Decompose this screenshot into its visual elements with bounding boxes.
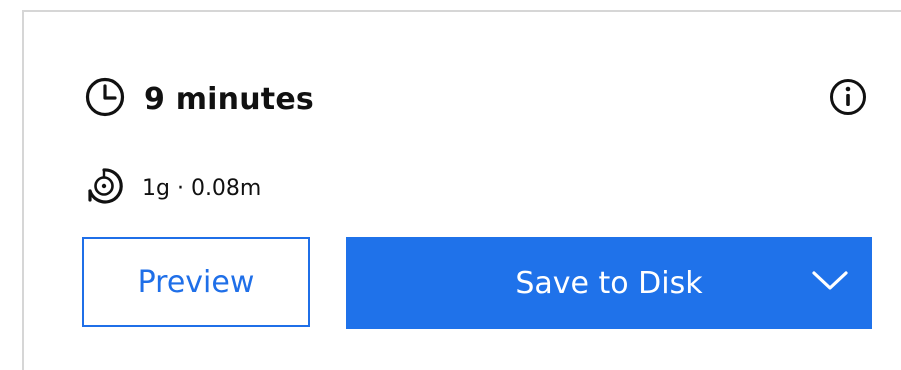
print-summary-panel: 9 minutes 1g · 0.08m Preview Save to Dis… [22,10,901,370]
save-options-dropdown-button[interactable] [808,261,852,305]
clock-icon [84,76,126,122]
print-time-text: 9 minutes [144,81,314,117]
info-button[interactable] [828,79,868,119]
chevron-down-icon [812,271,848,295]
save-to-disk-label: Save to Disk [515,265,703,301]
action-buttons: Preview Save to Disk [82,237,872,329]
filament-spool-icon [84,166,124,210]
save-to-disk-button[interactable]: Save to Disk [346,237,872,329]
material-usage-row: 1g · 0.08m [84,166,261,210]
info-icon [828,77,868,121]
preview-button[interactable]: Preview [82,237,310,327]
print-time-row: 9 minutes [84,76,314,122]
material-usage-text: 1g · 0.08m [142,175,262,201]
